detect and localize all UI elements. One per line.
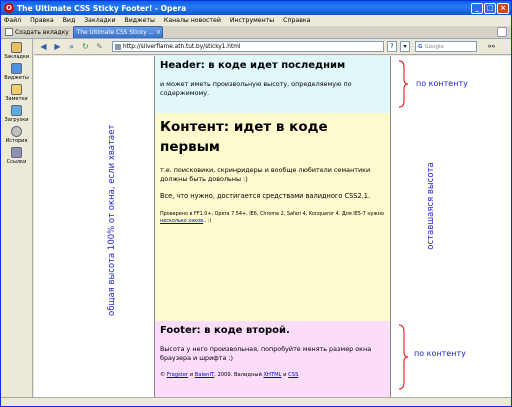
address-url: http://silverflame.ath.tut.by/sticky1.ht… [123,43,241,50]
opera-logo-icon: O [4,3,14,13]
bookmarks-icon [11,42,22,53]
sidebar-item-widgets[interactable]: Виджеты [1,63,32,81]
tab-bar: Создать вкладку The Ultimate CSS Sticky … [1,26,511,39]
hacks-link[interactable]: несколько хаков [160,218,203,224]
new-tab-label: Создать вкладку [15,28,69,36]
links-icon [11,147,22,158]
status-bar [1,397,511,406]
trash-icon[interactable] [497,27,507,37]
page-footer: Footer: в коде второй. Высота у него про… [155,321,390,397]
help-button[interactable]: ? [387,41,397,52]
page-content: Контент: идет в коде первым т.е. поисков… [155,113,390,321]
sidebar-item-notes[interactable]: Заметки [1,84,32,102]
zoom-icon[interactable]: ⚯ [486,41,497,52]
history-icon [11,126,22,137]
title-bar[interactable]: O The Ultimate CSS Sticky Footer! - Oper… [1,1,511,15]
panel-sidebar: Закладки Виджеты Заметки Загрузки Истори… [1,39,33,402]
forward-icon[interactable]: ▶ [52,41,63,52]
back-icon[interactable]: ◀ [38,41,49,52]
downloads-icon [11,105,22,116]
search-input[interactable]: G Google [415,41,477,52]
tab-close-icon[interactable]: × [156,29,161,36]
balenit-link[interactable]: BalenIT [195,372,214,378]
right-vertical-annotation: оставшаяся высота [426,162,436,250]
sidebar-item-bookmarks[interactable]: Закладки [1,42,32,60]
page-layout: Header: в коде идет последним и может им… [154,56,391,397]
search-placeholder: Google [424,43,444,50]
header-title: Header: в коде идет последним [160,60,346,71]
header-text: и может иметь произвольную высоту, опред… [160,80,352,97]
menu-widgets[interactable]: Виджеты [125,17,155,24]
google-icon: G [418,43,423,50]
window-title: The Ultimate CSS Sticky Footer! - Opera [17,3,187,13]
footer-brace [398,324,409,390]
page-viewport[interactable]: Header: в коде идет последним и может им… [34,56,511,397]
navigation-toolbar: ◀ ▶ » ↻ ✎ http://silverflame.ath.tut.by/… [34,39,511,55]
minimize-button[interactable]: _ [471,2,483,14]
favicon-icon [115,43,121,50]
footer-copyright: © Fragster и BalenIT, 2009. Валидный XHT… [160,372,299,378]
menu-bar: Файл Правка Вид Закладки Виджеты Каналы … [1,15,511,26]
reload-icon[interactable]: ↻ [80,41,91,52]
menu-help[interactable]: Справка [283,17,310,24]
menu-view[interactable]: Вид [63,17,76,24]
menu-feeds[interactable]: Каналы новостей [164,17,221,24]
content-paragraph-2: Все, что нужно, достигается средствами в… [160,192,371,200]
xhtml-link[interactable]: XHTML [263,372,281,378]
maximize-button[interactable]: □ [484,2,496,14]
footer-note: по контенту [414,349,466,358]
content-paragraph-1: т.е. поисковики, скринридеры и вообще лю… [160,166,371,183]
footer-text: Высота у него произвольная, попробуйте м… [160,345,372,362]
tab-title: The Ultimate CSS Sticky ... [76,29,155,36]
notes-icon [11,84,22,95]
menu-file[interactable]: Файл [4,17,21,24]
header-brace [398,60,409,108]
footer-title: Footer: в коде второй. [160,325,290,336]
header-note: по контенту [416,79,468,88]
widgets-icon [11,63,22,74]
content-paragraph-3: Проверено в FF1.0+, Opera 7.54+, IE6, Ch… [160,211,385,224]
menu-bookmarks[interactable]: Закладки [84,17,115,24]
fragster-link[interactable]: Fragster [167,372,188,378]
css-link[interactable]: CSS [288,372,298,378]
sidebar-item-downloads[interactable]: Загрузки [1,105,32,123]
content-title: Контент: идет в коде первым [160,119,328,155]
sidebar-item-links[interactable]: Ссылки [1,147,32,165]
close-button[interactable]: × [497,2,509,14]
address-bar[interactable]: http://silverflame.ath.tut.by/sticky1.ht… [112,41,384,52]
menu-edit[interactable]: Правка [30,17,54,24]
page-header: Header: в коде идет последним и может им… [155,56,390,113]
browser-window: O The Ultimate CSS Sticky Footer! - Oper… [0,0,512,407]
edit-icon[interactable]: ✎ [94,41,105,52]
fast-forward-icon[interactable]: » [66,41,77,52]
new-tab-button[interactable]: Создать вкладку [1,26,73,38]
new-tab-icon [5,28,13,36]
sidebar-item-history[interactable]: История [1,126,32,144]
address-dropdown[interactable]: ▾ [400,41,410,52]
tab-active[interactable]: The Ultimate CSS Sticky ... × [72,26,163,38]
left-vertical-annotation: общая высота 100% от окна, если хватает [107,124,117,316]
menu-tools[interactable]: Инструменты [230,17,274,24]
